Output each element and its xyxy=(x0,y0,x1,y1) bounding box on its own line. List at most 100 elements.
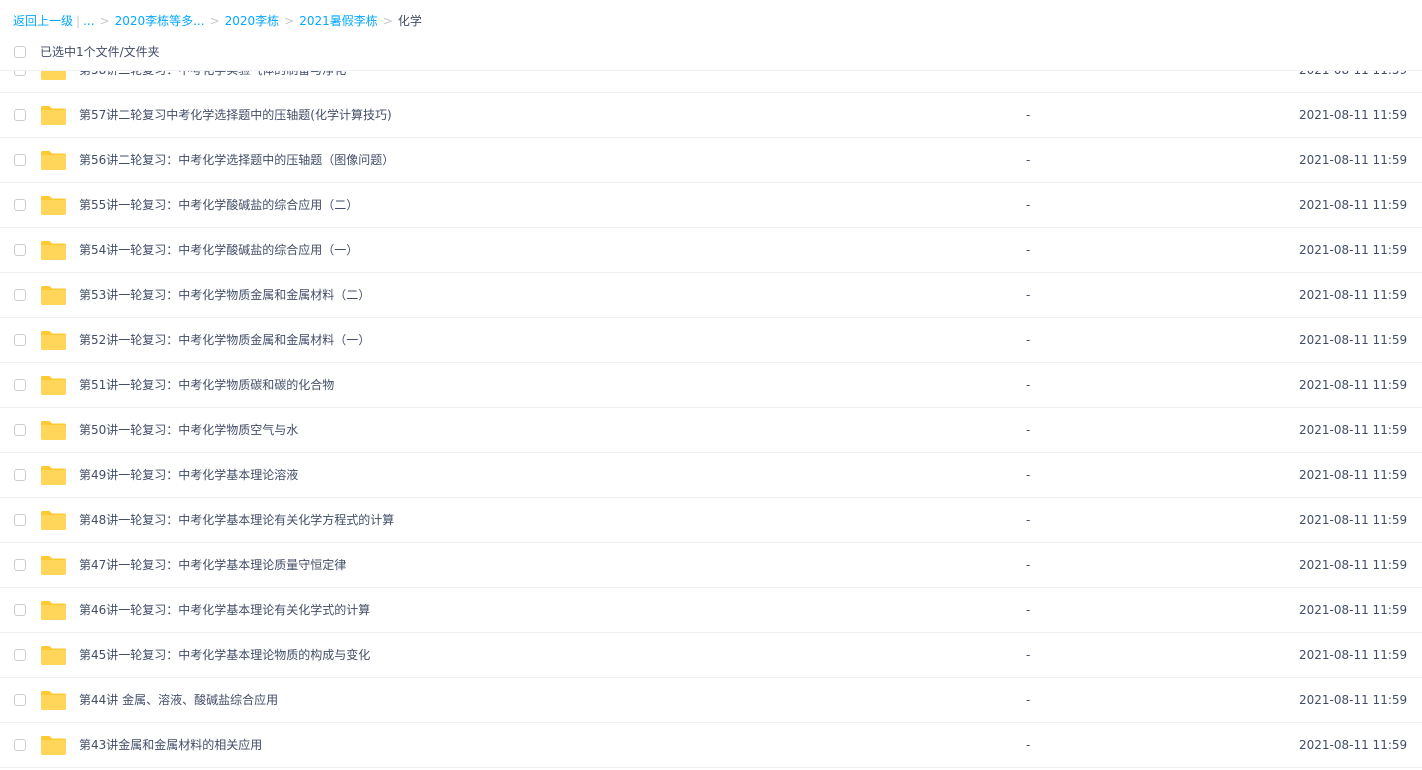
file-row[interactable]: 第54讲一轮复习：中考化学酸碱盐的综合应用（一） - 2021-08-11 11:5… xyxy=(0,228,1422,273)
row-checkbox[interactable] xyxy=(14,199,26,211)
file-row[interactable]: 第57讲二轮复习中考化学选择题中的压轴题(化学计算技巧) - 2021-08-11 … xyxy=(0,93,1422,138)
back-link[interactable]: 返回上一级 xyxy=(13,14,73,28)
row-checkbox[interactable] xyxy=(14,694,26,706)
file-size: - xyxy=(1026,648,1031,662)
file-list: 第58讲二轮复习：中考化学实验气体的制备与净化 - 2021-08-11 11:59… xyxy=(0,70,1422,768)
file-name[interactable]: 第45讲一轮复习：中考化学基本理论物质的构成与变化 xyxy=(79,647,370,663)
row-checkbox[interactable] xyxy=(14,559,26,571)
file-name[interactable]: 第48讲一轮复习：中考化学基本理论有关化学方程式的计算 xyxy=(79,512,394,528)
file-modified-date: 2021-08-11 11:59 xyxy=(1299,693,1408,707)
file-row[interactable]: 第58讲二轮复习：中考化学实验气体的制备与净化 - 2021-08-11 11:59 xyxy=(0,70,1422,93)
row-checkbox[interactable] xyxy=(14,469,26,481)
file-modified-date: 2021-08-11 11:59 xyxy=(1299,468,1408,482)
row-checkbox[interactable] xyxy=(14,334,26,346)
folder-icon xyxy=(40,555,67,576)
file-modified-date: 2021-08-11 11:59 xyxy=(1299,423,1408,437)
file-row[interactable]: 第47讲一轮复习：中考化学基本理论质量守恒定律 - 2021-08-11 11:59 xyxy=(0,543,1422,588)
folder-icon xyxy=(40,735,67,756)
row-checkbox[interactable] xyxy=(14,649,26,661)
folder-icon xyxy=(40,70,67,81)
row-checkbox[interactable] xyxy=(14,424,26,436)
file-size: - xyxy=(1026,468,1031,482)
file-row[interactable]: 第48讲一轮复习：中考化学基本理论有关化学方程式的计算 - 2021-08-11 1… xyxy=(0,498,1422,543)
file-row[interactable]: 第43讲金属和金属材料的相关应用 - 2021-08-11 11:59 xyxy=(0,723,1422,768)
file-size: - xyxy=(1026,243,1031,257)
file-name[interactable]: 第51讲一轮复习：中考化学物质碳和碳的化合物 xyxy=(79,377,334,393)
file-size: - xyxy=(1026,738,1031,752)
row-checkbox[interactable] xyxy=(14,154,26,166)
file-size: - xyxy=(1026,513,1031,527)
row-checkbox[interactable] xyxy=(14,244,26,256)
file-row[interactable]: 第52讲一轮复习：中考化学物质金属和金属材料（一） - 2021-08-11 11:… xyxy=(0,318,1422,363)
folder-icon xyxy=(40,645,67,666)
file-size: - xyxy=(1026,108,1031,122)
breadcrumb-separator: > xyxy=(382,14,393,28)
breadcrumb-current: 化学 xyxy=(397,14,422,28)
file-modified-date: 2021-08-11 11:59 xyxy=(1299,198,1408,212)
file-row[interactable]: 第49讲一轮复习：中考化学基本理论溶液 - 2021-08-11 11:59 xyxy=(0,453,1422,498)
file-row[interactable]: 第45讲一轮复习：中考化学基本理论物质的构成与变化 - 2021-08-11 11:… xyxy=(0,633,1422,678)
file-row[interactable]: 第50讲一轮复习：中考化学物质空气与水 - 2021-08-11 11:59 xyxy=(0,408,1422,453)
folder-icon xyxy=(40,375,67,396)
folder-icon xyxy=(40,600,67,621)
selection-header: 已选中1个文件/文件夹 xyxy=(0,40,1422,71)
file-row[interactable]: 第56讲二轮复习：中考化学选择题中的压轴题（图像问题） - 2021-08-11 1… xyxy=(0,138,1422,183)
file-size: - xyxy=(1026,378,1031,392)
file-name[interactable]: 第50讲一轮复习：中考化学物质空气与水 xyxy=(79,422,298,438)
file-name[interactable]: 第46讲一轮复习：中考化学基本理论有关化学式的计算 xyxy=(79,602,370,618)
file-size: - xyxy=(1026,198,1031,212)
file-row[interactable]: 第55讲一轮复习：中考化学酸碱盐的综合应用（二） - 2021-08-11 11:5… xyxy=(0,183,1422,228)
file-name[interactable]: 第54讲一轮复习：中考化学酸碱盐的综合应用（一） xyxy=(79,242,358,258)
file-modified-date: 2021-08-11 11:59 xyxy=(1299,108,1408,122)
file-size: - xyxy=(1026,558,1031,572)
breadcrumb-separator: > xyxy=(99,14,110,28)
row-checkbox[interactable] xyxy=(14,604,26,616)
folder-icon xyxy=(40,285,67,306)
file-row[interactable]: 第46讲一轮复习：中考化学基本理论有关化学式的计算 - 2021-08-11 11:… xyxy=(0,588,1422,633)
file-name[interactable]: 第55讲一轮复习：中考化学酸碱盐的综合应用（二） xyxy=(79,197,358,213)
file-list-viewport[interactable]: 第58讲二轮复习：中考化学实验气体的制备与净化 - 2021-08-11 11:59… xyxy=(0,70,1422,770)
breadcrumb-separator: > xyxy=(284,14,295,28)
folder-icon xyxy=(40,150,67,171)
breadcrumb-item-1[interactable]: 2020李栋等多... xyxy=(115,14,205,28)
file-modified-date: 2021-08-11 11:59 xyxy=(1299,153,1408,167)
file-size: - xyxy=(1026,153,1031,167)
breadcrumb-item-3[interactable]: 2021暑假李栋 xyxy=(299,14,378,28)
row-checkbox[interactable] xyxy=(14,379,26,391)
file-modified-date: 2021-08-11 11:59 xyxy=(1299,558,1408,572)
file-row[interactable]: 第44讲 金属、溶液、酸碱盐综合应用 - 2021-08-11 11:59 xyxy=(0,678,1422,723)
file-name[interactable]: 第56讲二轮复习：中考化学选择题中的压轴题（图像问题） xyxy=(79,152,394,168)
file-size: - xyxy=(1026,423,1031,437)
breadcrumb-separator: > xyxy=(209,14,220,28)
row-checkbox[interactable] xyxy=(14,514,26,526)
file-name[interactable]: 第49讲一轮复习：中考化学基本理论溶液 xyxy=(79,467,298,483)
file-size: - xyxy=(1026,693,1031,707)
row-checkbox[interactable] xyxy=(14,739,26,751)
file-name[interactable]: 第44讲 金属、溶液、酸碱盐综合应用 xyxy=(79,692,278,708)
select-all-checkbox[interactable] xyxy=(14,46,26,58)
file-size: - xyxy=(1026,70,1031,77)
folder-icon xyxy=(40,195,67,216)
file-name[interactable]: 第57讲二轮复习中考化学选择题中的压轴题(化学计算技巧) xyxy=(79,107,392,123)
breadcrumb-divider: | xyxy=(76,14,81,28)
file-name[interactable]: 第43讲金属和金属材料的相关应用 xyxy=(79,737,262,753)
file-modified-date: 2021-08-11 11:59 xyxy=(1299,648,1408,662)
file-name[interactable]: 第52讲一轮复习：中考化学物质金属和金属材料（一） xyxy=(79,332,370,348)
file-row[interactable]: 第51讲一轮复习：中考化学物质碳和碳的化合物 - 2021-08-11 11:59 xyxy=(0,363,1422,408)
file-modified-date: 2021-08-11 11:59 xyxy=(1299,378,1408,392)
file-name[interactable]: 第53讲一轮复习：中考化学物质金属和金属材料（二） xyxy=(79,287,370,303)
file-name[interactable]: 第58讲二轮复习：中考化学实验气体的制备与净化 xyxy=(79,70,346,78)
file-modified-date: 2021-08-11 11:59 xyxy=(1299,333,1408,347)
row-checkbox[interactable] xyxy=(14,289,26,301)
file-size: - xyxy=(1026,288,1031,302)
breadcrumb-item-2[interactable]: 2020李栋 xyxy=(225,14,280,28)
file-modified-date: 2021-08-11 11:59 xyxy=(1299,288,1408,302)
row-checkbox[interactable] xyxy=(14,109,26,121)
file-size: - xyxy=(1026,333,1031,347)
file-manager-page: 返回上一级 |... >2020李栋等多... >2020李栋 >2021暑假李栋 > 化学… xyxy=(0,0,1422,770)
breadcrumb-ellipsis[interactable]: ... xyxy=(83,14,94,28)
file-name[interactable]: 第47讲一轮复习：中考化学基本理论质量守恒定律 xyxy=(79,557,346,573)
folder-icon xyxy=(40,105,67,126)
file-row[interactable]: 第53讲一轮复习：中考化学物质金属和金属材料（二） - 2021-08-11 11:… xyxy=(0,273,1422,318)
file-modified-date: 2021-08-11 11:59 xyxy=(1299,738,1408,752)
